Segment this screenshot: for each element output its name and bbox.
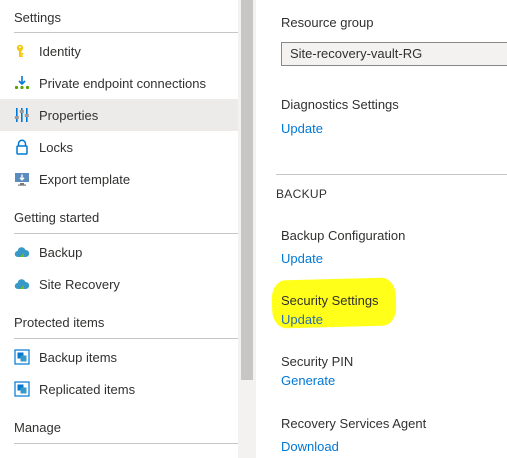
section-header-manage: Manage bbox=[14, 420, 61, 435]
section-divider bbox=[14, 32, 242, 33]
backup-items-icon bbox=[14, 349, 30, 365]
nav-item-locks[interactable]: Locks bbox=[0, 131, 238, 163]
recovery-agent-download-link[interactable]: Download bbox=[281, 438, 339, 456]
section-header-getting-started: Getting started bbox=[14, 210, 100, 225]
diagnostics-update-link[interactable]: Update bbox=[281, 120, 323, 138]
nav-label: Export template bbox=[39, 171, 131, 187]
section-header-settings: Settings bbox=[14, 10, 61, 25]
nav-item-site-recovery[interactable]: Site Recovery bbox=[0, 268, 238, 300]
security-settings-label: Security Settings bbox=[281, 293, 379, 308]
security-pin-label: Security PIN bbox=[281, 354, 354, 369]
section-header-protected-items: Protected items bbox=[14, 315, 105, 330]
nav-item-export-template[interactable]: Export template bbox=[0, 163, 238, 195]
nav-label: Replicated items bbox=[39, 381, 136, 397]
nav-label: Private endpoint connections bbox=[39, 75, 206, 91]
diagnostics-settings-label: Diagnostics Settings bbox=[281, 97, 399, 112]
nav-label: Identity bbox=[39, 43, 81, 59]
nav-item-properties[interactable]: Properties bbox=[0, 99, 238, 131]
resource-group-field[interactable]: Site-recovery-vault-RG bbox=[281, 42, 507, 66]
nav-item-replicated-items[interactable]: Replicated items bbox=[0, 373, 238, 405]
backup-configuration-update-link[interactable]: Update bbox=[281, 250, 323, 268]
nav-label: Locks bbox=[39, 139, 73, 155]
nav-label: Backup bbox=[39, 244, 83, 260]
section-divider bbox=[14, 443, 242, 444]
nav-label: Site Recovery bbox=[39, 276, 120, 292]
section-divider bbox=[14, 338, 242, 339]
properties-panel: Resource group Site-recovery-vault-RG Di… bbox=[256, 0, 507, 458]
nav-item-identity[interactable]: Identity bbox=[0, 35, 238, 67]
nav-scrollbar-thumb[interactable] bbox=[241, 0, 253, 380]
recovery-services-agent-label: Recovery Services Agent bbox=[281, 416, 427, 431]
nav-item-backup[interactable]: Backup bbox=[0, 236, 238, 268]
nav-item-backup-items[interactable]: Backup items bbox=[0, 341, 238, 373]
nav-label: Backup items bbox=[39, 349, 118, 365]
section-divider bbox=[276, 174, 507, 175]
nav-item-private-endpoint-connections[interactable]: Private endpoint connections bbox=[0, 67, 238, 99]
lock-icon bbox=[14, 139, 30, 155]
resource-group-label: Resource group bbox=[281, 15, 374, 30]
sliders-icon bbox=[14, 107, 30, 123]
security-pin-generate-link[interactable]: Generate bbox=[281, 372, 335, 390]
resource-menu: Settings Identity Private endpoint conne… bbox=[0, 0, 242, 458]
key-icon bbox=[14, 43, 30, 59]
backup-section-header: BACKUP bbox=[276, 187, 328, 201]
nav-label: Properties bbox=[39, 107, 99, 123]
cloud-icon bbox=[14, 244, 30, 260]
replicated-items-icon bbox=[14, 381, 30, 397]
backup-configuration-label: Backup Configuration bbox=[281, 228, 406, 243]
endpoint-icon bbox=[14, 75, 30, 91]
cloud-icon bbox=[14, 276, 30, 292]
security-settings-update-link[interactable]: Update bbox=[281, 311, 323, 329]
monitor-download-icon bbox=[14, 171, 30, 187]
section-divider bbox=[14, 233, 242, 234]
recovery-vault-properties-view: Settings Identity Private endpoint conne… bbox=[0, 0, 507, 458]
